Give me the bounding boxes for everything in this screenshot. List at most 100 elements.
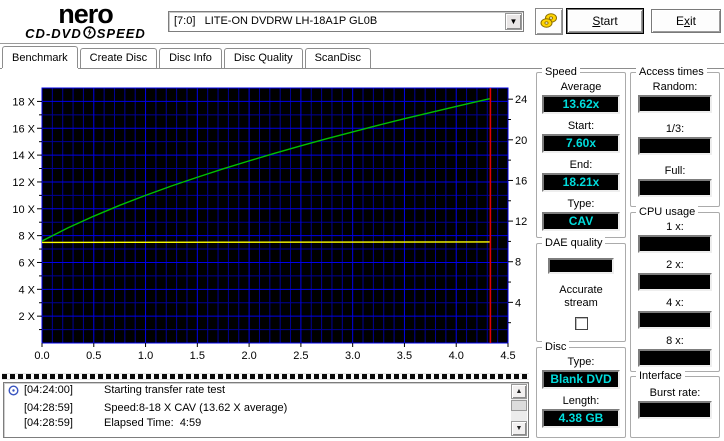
svg-text:12 X: 12 X [12, 177, 35, 189]
interface-group: Interface Burst rate: [630, 370, 720, 438]
end-label: End: [569, 159, 593, 171]
cpu-8x-display [638, 349, 712, 367]
logo-nero: nero [58, 0, 114, 29]
log-scrollbar[interactable]: ▲ ▼ [511, 384, 527, 436]
access-times-group: Access times Random: 1/3: Full: [630, 66, 720, 207]
group-title: DAE quality [542, 237, 606, 249]
log-entry: [04:24:00] Starting transfer rate test [4, 383, 528, 401]
svg-text:1.0: 1.0 [138, 350, 153, 362]
disc-type-display: Blank DVD [542, 370, 620, 389]
svg-text:18 X: 18 X [12, 96, 35, 108]
cpu-usage-group: CPU usage 1 x: 2 x: 4 x: 8 x: [630, 206, 720, 372]
group-title: Access times [636, 66, 707, 78]
svg-text:6 X: 6 X [18, 257, 35, 269]
tab-benchmark[interactable]: Benchmark [2, 46, 78, 68]
burst-rate-display [638, 401, 712, 419]
start-label: Start: [567, 120, 595, 132]
log-timestamp: [04:28:59] [24, 417, 73, 429]
full-access-label: Full: [664, 165, 686, 177]
end-speed-display: 18.21x [542, 173, 620, 192]
log-timestamp: [04:28:59] [24, 402, 73, 414]
drive-selector[interactable]: [7:0] LITE-ON DVDRW LH-18A1P GL0B ▼ [168, 11, 524, 32]
accurate-stream-label: stream [564, 297, 598, 309]
group-title: Interface [636, 370, 685, 382]
logo-cd-dvd: CD-DVD [25, 26, 82, 41]
eject-disc-button[interactable] [535, 8, 563, 35]
tab-scandisc[interactable]: ScanDisc [304, 48, 372, 68]
average-speed-display: 13.62x [542, 95, 620, 114]
start-speed-display: 7.60x [542, 134, 620, 153]
exit-button[interactable]: Exit [651, 9, 721, 33]
tab-bar: Benchmark Create Disc Disc Info Disc Qua… [2, 46, 373, 68]
log-message: Starting transfer rate test [104, 384, 226, 396]
disc-length-display: 4.38 GB [542, 409, 620, 428]
svg-text:4: 4 [515, 297, 521, 309]
discs-icon [540, 12, 558, 32]
scrollbar-thumb[interactable] [511, 400, 527, 411]
dae-quality-group: DAE quality Accurate stream [536, 237, 626, 342]
cpu-1x-display [638, 235, 712, 253]
svg-text:4.0: 4.0 [449, 350, 464, 362]
svg-text:1.5: 1.5 [190, 350, 205, 362]
cpu-4x-display [638, 311, 712, 329]
start-button[interactable]: Start [566, 8, 644, 34]
toolbar: nero CD-DVD SPEED [7:0] LITE-ON DVDRW LH… [0, 0, 724, 44]
average-label: Average [560, 81, 602, 93]
disc-group: Disc Type: Blank DVD Length: 4.38 GB [536, 341, 626, 438]
transfer-rate-chart: 2 X 4 X 6 X 8 X 10 X 12 X 14 X 16 X 18 X 4 8 12 16 20… [12, 87, 527, 362]
cpu-1x-label: 1 x: [666, 221, 684, 233]
logo-speed: SPEED [96, 26, 146, 41]
svg-text:16 X: 16 X [12, 123, 35, 135]
group-title: Disc [542, 341, 570, 353]
svg-text:10 X: 10 X [12, 204, 35, 216]
tab-disc-info[interactable]: Disc Info [159, 48, 222, 68]
log-box: [04:24:00] Starting transfer rate test [… [3, 382, 529, 438]
cpu-4x-label: 4 x: [666, 297, 684, 309]
svg-text:14 X: 14 X [12, 150, 35, 162]
disc-bolt-icon [83, 26, 96, 42]
scroll-down-icon[interactable]: ▼ [511, 421, 527, 436]
one-third-access-display [638, 137, 712, 155]
tab-disc-quality[interactable]: Disc Quality [223, 48, 303, 68]
cpu-8x-label: 8 x: [666, 335, 684, 347]
speed-group: Speed Average 13.62x Start: 7.60x End: 1… [536, 66, 626, 238]
group-title: CPU usage [636, 206, 699, 218]
svg-text:0.0: 0.0 [34, 350, 49, 362]
app-logo: nero CD-DVD SPEED [8, 0, 163, 42]
svg-text:2.0: 2.0 [241, 350, 256, 362]
progress-strip [2, 373, 529, 380]
accurate-stream-label: Accurate [559, 284, 603, 296]
dae-quality-display [548, 258, 614, 274]
log-timestamp: [04:24:00] [24, 384, 73, 396]
svg-text:0.5: 0.5 [86, 350, 101, 362]
chevron-down-icon[interactable]: ▼ [505, 13, 522, 30]
disc-length-label: Length: [562, 395, 600, 407]
svg-text:3.5: 3.5 [397, 350, 412, 362]
svg-text:12: 12 [515, 216, 527, 228]
tab-create-disc[interactable]: Create Disc [79, 48, 158, 68]
log-message: Speed:8-18 X CAV (13.62 X average) [104, 402, 288, 414]
svg-text:8 X: 8 X [18, 231, 35, 243]
app-window: nero CD-DVD SPEED [7:0] LITE-ON DVDRW LH… [0, 0, 724, 441]
svg-text:3.0: 3.0 [345, 350, 360, 362]
scroll-up-icon[interactable]: ▲ [511, 384, 527, 399]
accurate-stream-checkbox[interactable] [574, 317, 588, 330]
svg-text:8: 8 [515, 257, 521, 269]
svg-text:2 X: 2 X [18, 311, 35, 323]
group-title: Speed [542, 66, 580, 78]
type-label: Type: [567, 198, 595, 210]
svg-text:2.5: 2.5 [293, 350, 308, 362]
burst-rate-label: Burst rate: [649, 387, 701, 399]
log-entry: [04:28:59] Elapsed Time: 4:59 [4, 416, 528, 431]
svg-text:4.5: 4.5 [500, 350, 515, 362]
disc-type-label: Type: [567, 356, 595, 368]
svg-text:16: 16 [515, 175, 527, 187]
log-entry: [04:28:59] Speed:8-18 X CAV (13.62 X ave… [4, 401, 528, 416]
cpu-2x-label: 2 x: [666, 259, 684, 271]
full-access-display [638, 179, 712, 197]
speed-type-display: CAV [542, 212, 620, 231]
log-message: Elapsed Time: 4:59 [104, 417, 202, 429]
random-access-display [638, 95, 712, 113]
svg-text:24: 24 [515, 94, 527, 106]
svg-text:4 X: 4 X [18, 284, 35, 296]
